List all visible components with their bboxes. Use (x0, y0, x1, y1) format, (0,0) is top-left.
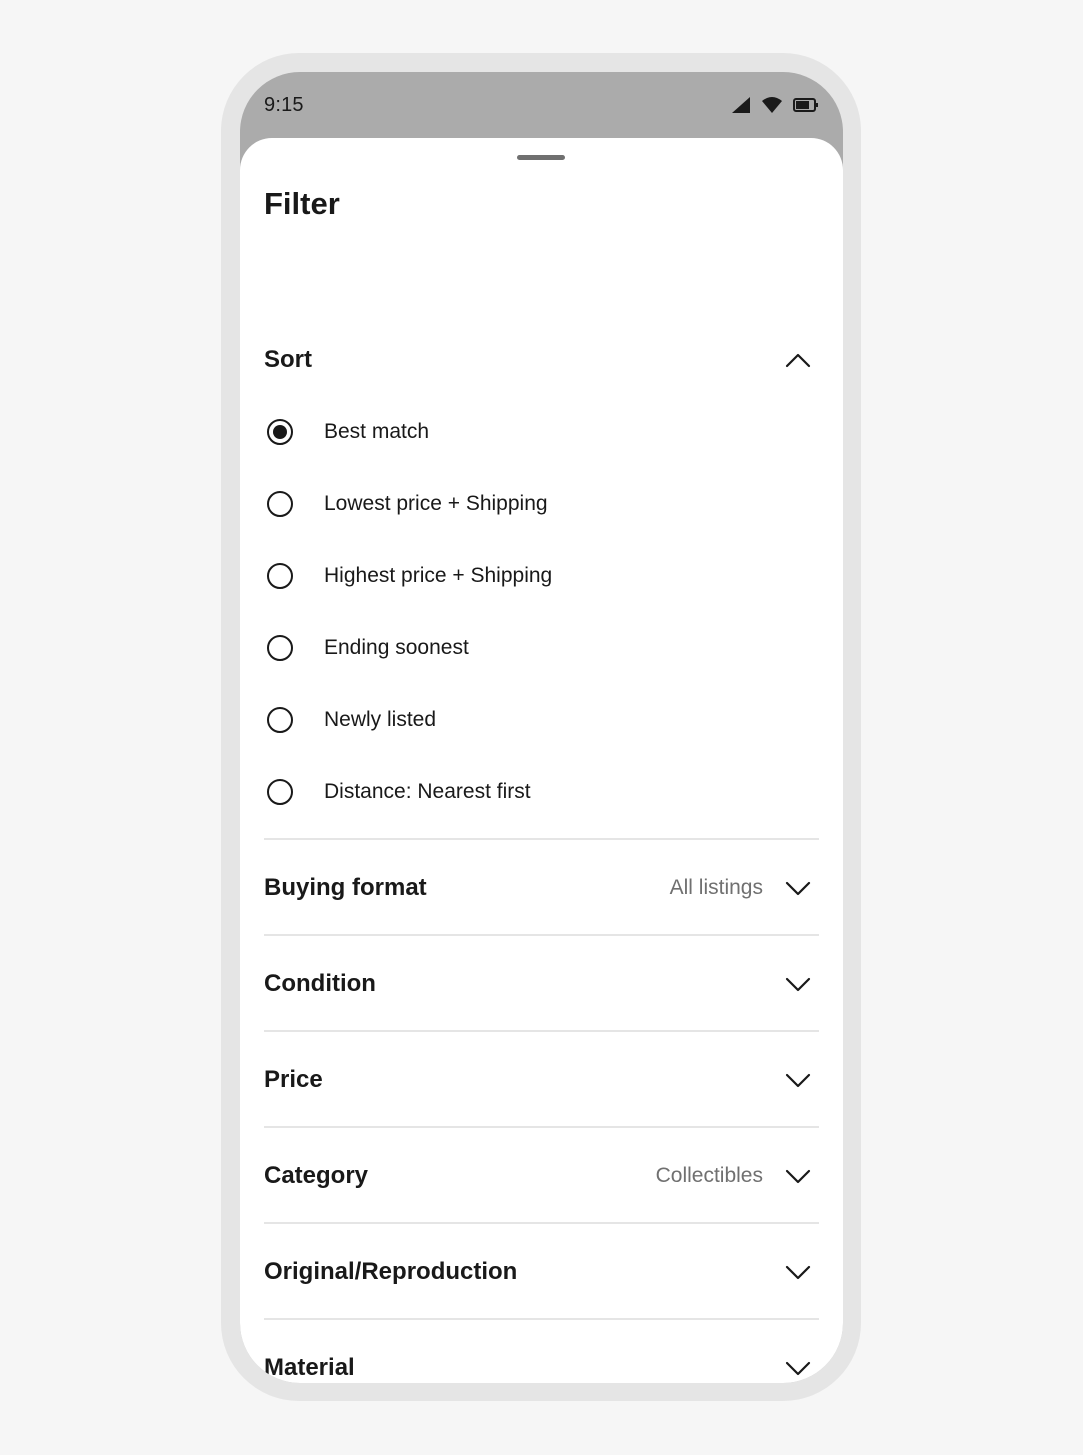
radio-button[interactable] (267, 563, 293, 589)
wifi-icon (761, 96, 783, 114)
sheet-drag-handle[interactable] (517, 155, 565, 160)
chevron-down-icon (785, 1355, 811, 1381)
device-screen: 9:15 Filter Sort Best match Lowest price… (240, 72, 843, 1383)
buying-format-section-header[interactable]: Buying format All listings (264, 860, 819, 916)
sort-option-label: Distance: Nearest first (324, 780, 531, 803)
chevron-down-icon (785, 1259, 811, 1285)
sort-option-best-match[interactable]: Best match (264, 404, 819, 460)
radio-button-selected[interactable] (267, 419, 293, 445)
filter-bottom-sheet: Filter Sort Best match Lowest price + Sh… (240, 138, 843, 1383)
sort-section-label: Sort (264, 346, 312, 373)
sort-option-highest-price[interactable]: Highest price + Shipping (264, 548, 819, 604)
chevron-up-icon (785, 347, 811, 373)
status-bar: 9:15 (240, 72, 843, 138)
status-icons (731, 96, 819, 114)
radio-dot (273, 425, 287, 439)
divider (264, 1318, 819, 1320)
sort-option-label: Newly listed (324, 708, 437, 731)
sort-option-distance[interactable]: Distance: Nearest first (264, 764, 819, 820)
chevron-down-icon (785, 875, 811, 901)
chevron-down-icon (785, 971, 811, 997)
section-label: Price (264, 1066, 323, 1093)
original-reproduction-section-header[interactable]: Original/Reproduction (264, 1244, 819, 1300)
section-selected-value: Collectibles (655, 1164, 763, 1187)
sort-option-label: Highest price + Shipping (324, 564, 553, 587)
section-label: Buying format (264, 874, 427, 901)
section-label: Original/Reproduction (264, 1258, 518, 1285)
sort-option-lowest-price[interactable]: Lowest price + Shipping (264, 476, 819, 532)
radio-button[interactable] (267, 707, 293, 733)
divider (264, 934, 819, 936)
radio-button[interactable] (267, 779, 293, 805)
section-label: Category (264, 1162, 369, 1189)
sort-section-header[interactable]: Sort (264, 332, 819, 388)
condition-section-header[interactable]: Condition (264, 956, 819, 1012)
cellular-signal-icon (731, 96, 751, 114)
sort-option-label: Lowest price + Shipping (324, 492, 548, 515)
divider (264, 1030, 819, 1032)
material-section-header[interactable]: Material (264, 1340, 819, 1383)
sort-option-newly-listed[interactable]: Newly listed (264, 692, 819, 748)
radio-button[interactable] (267, 635, 293, 661)
sort-option-label: Ending soonest (324, 636, 469, 659)
status-time: 9:15 (264, 94, 304, 116)
price-section-header[interactable]: Price (264, 1052, 819, 1108)
section-label: Material (264, 1354, 355, 1381)
sheet-title: Filter (264, 186, 340, 221)
chevron-down-icon (785, 1163, 811, 1189)
device-frame: 9:15 Filter Sort Best match Lowest price… (221, 53, 861, 1401)
sort-option-ending-soonest[interactable]: Ending soonest (264, 620, 819, 676)
divider (264, 838, 819, 840)
chevron-down-icon (785, 1067, 811, 1093)
divider (264, 1126, 819, 1128)
divider (264, 1222, 819, 1224)
section-label: Condition (264, 970, 376, 997)
radio-button[interactable] (267, 491, 293, 517)
sort-option-label: Best match (324, 420, 430, 443)
category-section-header[interactable]: Category Collectibles (264, 1148, 819, 1204)
battery-icon (793, 97, 819, 113)
canvas: 9:15 Filter Sort Best match Lowest price… (0, 0, 1083, 1455)
section-selected-value: All listings (669, 876, 763, 899)
